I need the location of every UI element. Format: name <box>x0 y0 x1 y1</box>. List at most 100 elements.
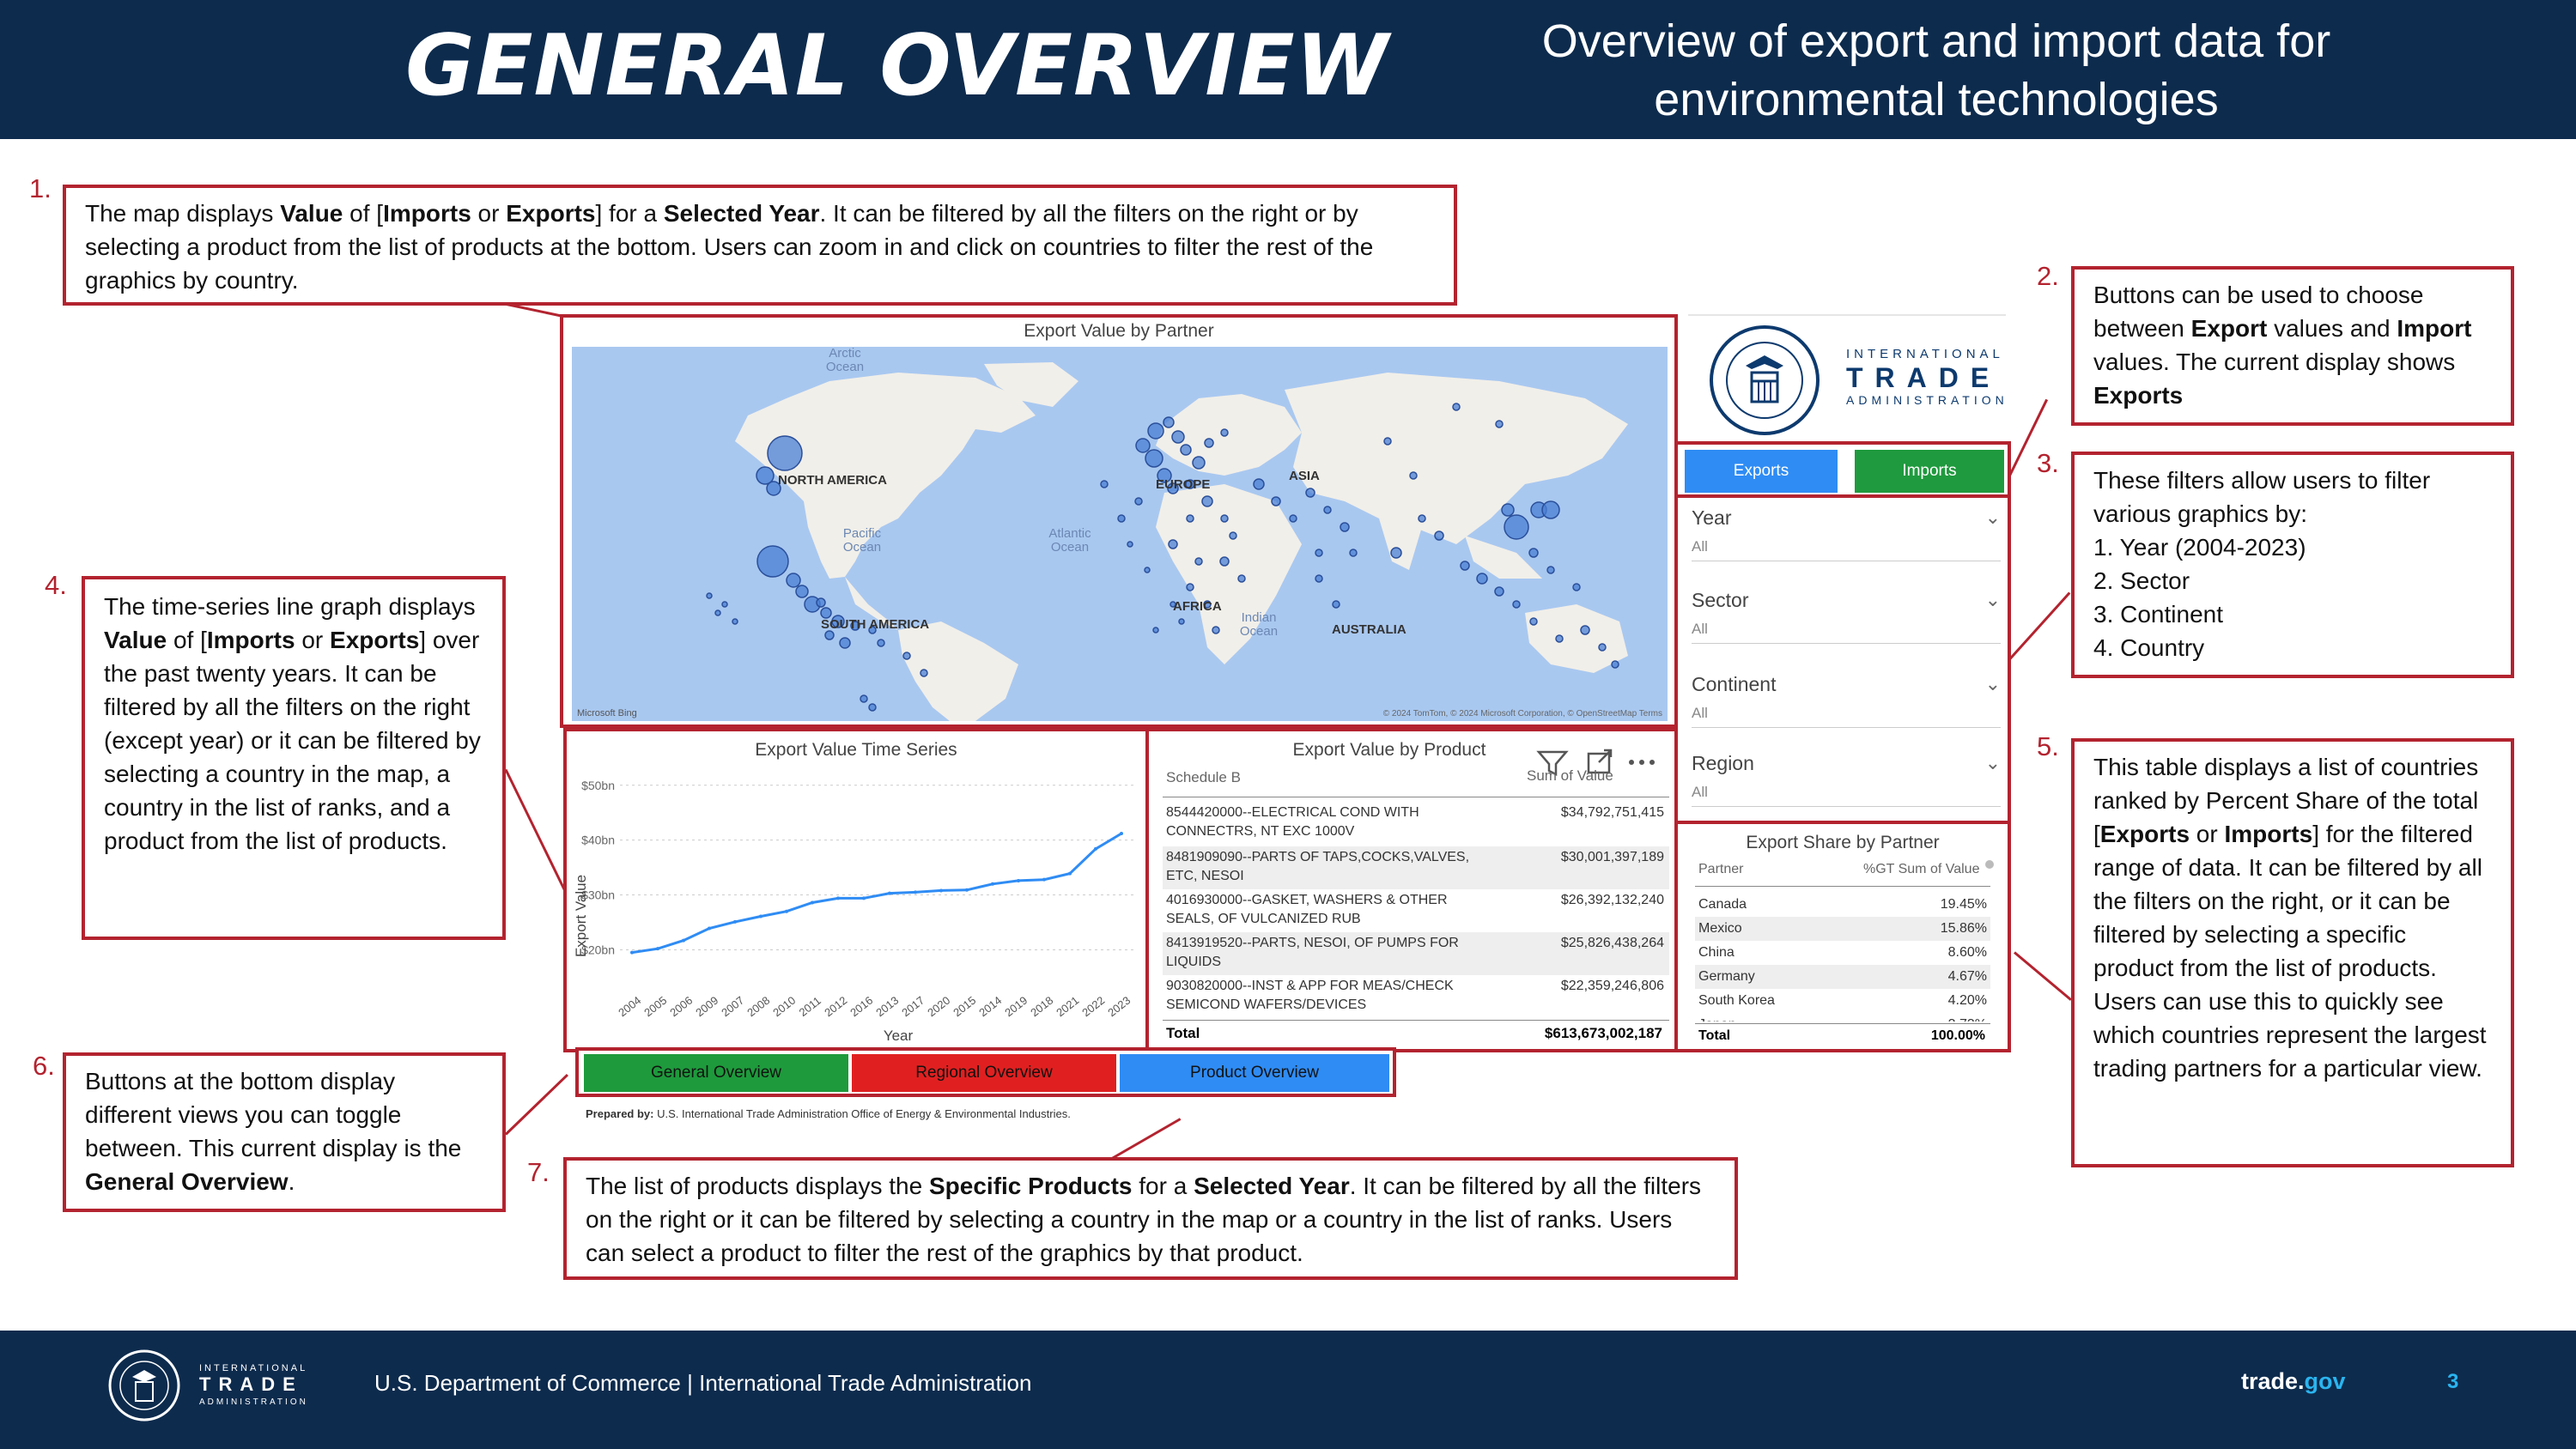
timeseries-chart[interactable]: $20bn$30bn$40bn$50bn 2004200520062009200… <box>567 766 1145 1049</box>
timeseries-line[interactable] <box>631 832 1122 955</box>
table-row[interactable]: 4016930000--GASKET, WASHERS & OTHER SEAL… <box>1163 889 1669 932</box>
table-row[interactable]: South Korea 4.20% <box>1695 989 1990 1013</box>
products-total-rule <box>1163 1020 1669 1021</box>
line-point[interactable] <box>888 891 891 895</box>
regional-overview-button[interactable]: Regional Overview <box>852 1054 1116 1092</box>
line-point[interactable] <box>1017 878 1020 882</box>
callout-filters-item-1: 1. Year (2004-2023) <box>2093 534 2306 561</box>
bubble-japan <box>1541 500 1560 519</box>
product-description: 9030820000--INST & APP FOR MEAS/CHECK SE… <box>1166 979 1454 1012</box>
table-row[interactable]: Canada 19.45% <box>1695 893 1990 917</box>
general-overview-button[interactable]: General Overview <box>584 1054 848 1092</box>
label-australia: AUSTRALIA <box>1332 622 1406 637</box>
leader-line-5 <box>2014 951 2072 1001</box>
product-overview-button[interactable]: Product Overview <box>1120 1054 1389 1092</box>
table-row[interactable]: Japan 3.73% <box>1695 1013 1990 1022</box>
logo-line-trade: TRADE <box>1846 362 2002 393</box>
share-col-percent[interactable]: %GT Sum of Value <box>1863 862 1979 877</box>
leader-line-6 <box>504 1073 568 1136</box>
x-tick-label: 2017 <box>899 994 927 1020</box>
share-partner: Canada <box>1698 897 1747 912</box>
exports-button[interactable]: Exports <box>1685 450 1838 493</box>
timeseries-x-label: Year <box>884 1028 914 1044</box>
line-point[interactable] <box>682 938 685 943</box>
callout-nav-buttons: Buttons at the bottom display different … <box>63 1052 506 1212</box>
products-col-value[interactable]: Sum of Value <box>1527 767 1613 785</box>
filters-panel: Year ⌄ All Sector ⌄ All Continent ⌄ All … <box>1674 494 2011 824</box>
line-point[interactable] <box>785 909 788 913</box>
line-point[interactable] <box>811 900 814 905</box>
slicer-region-value[interactable]: All <box>1692 784 2001 807</box>
share-percent: 4.67% <box>1947 969 1987 984</box>
prepared-by-label: Prepared by: <box>586 1107 654 1120</box>
chevron-down-icon[interactable]: ⌄ <box>1985 506 2001 529</box>
share-percent: 4.20% <box>1947 993 1987 1008</box>
logo-line-international: INTERNATIONAL <box>1846 347 2004 361</box>
map-bing-logo: Microsoft Bing <box>577 708 637 718</box>
line-point[interactable] <box>1068 871 1072 876</box>
y-tick-label: $50bn <box>581 779 615 792</box>
line-point[interactable] <box>1094 846 1097 851</box>
line-point[interactable] <box>939 888 943 893</box>
timeseries-x-ticks: 2004200520062009200720082010201120122016… <box>616 994 1133 1020</box>
share-list[interactable]: Canada 19.45% Mexico 15.86% China 8.60% … <box>1695 893 1990 1022</box>
x-tick-label: 2009 <box>693 994 720 1020</box>
footer-site-link[interactable]: trade.gov <box>2241 1368 2346 1395</box>
share-col-partner[interactable]: Partner <box>1698 862 1743 877</box>
line-point[interactable] <box>965 888 969 892</box>
line-point[interactable] <box>836 896 840 900</box>
table-row[interactable]: Mexico 15.86% <box>1695 917 1990 941</box>
table-row[interactable]: 8413919520--PARTS, NESOI, OF PUMPS FOR L… <box>1163 932 1669 975</box>
slicer-sector-value[interactable]: All <box>1692 621 2001 644</box>
scroll-indicator-icon <box>1985 860 1994 869</box>
chevron-down-icon[interactable]: ⌄ <box>1985 589 2001 611</box>
label-pacific-ocean: Pacific <box>843 526 882 541</box>
line-point[interactable] <box>1042 877 1046 882</box>
slicer-region[interactable]: Region ⌄ All <box>1692 752 2001 807</box>
imports-button[interactable]: Imports <box>1855 450 2004 493</box>
table-row[interactable]: 8544420000--ELECTRICAL COND WITH CONNECT… <box>1163 803 1669 846</box>
callout-share-text: This table displays a list of countries … <box>2093 754 2487 1082</box>
line-point[interactable] <box>1120 832 1123 835</box>
x-tick-label: 2013 <box>873 994 901 1020</box>
table-row[interactable]: 9030820000--INST & APP FOR MEAS/CHECK SE… <box>1163 975 1669 1018</box>
x-tick-label: 2021 <box>1054 994 1081 1020</box>
product-description: 8413919520--PARTS, NESOI, OF PUMPS FOR L… <box>1166 936 1459 969</box>
svg-text:Ocean: Ocean <box>826 360 864 374</box>
slicer-year-value[interactable]: All <box>1692 538 2001 561</box>
products-total-label: Total <box>1166 1025 1200 1041</box>
world-map[interactable]: Arctic Ocean Pacific Ocean Atlantic Ocea… <box>572 347 1668 721</box>
chevron-down-icon[interactable]: ⌄ <box>1985 673 2001 695</box>
line-point[interactable] <box>708 926 711 931</box>
products-total-value: $613,673,002,187 <box>1544 1025 1662 1041</box>
line-point[interactable] <box>630 950 634 955</box>
table-row[interactable]: 8481909090--PARTS OF TAPS,COCKS,VALVES, … <box>1163 846 1669 889</box>
callout-timeseries-text: The time-series line graph displays Valu… <box>104 593 481 854</box>
slicer-sector[interactable]: Sector ⌄ All <box>1692 589 2001 644</box>
more-options-icon <box>1629 760 1634 765</box>
share-total-rule <box>1695 1023 1990 1024</box>
product-value: $30,001,397,189 <box>1560 850 1664 864</box>
prepared-by: Prepared by: U.S. International Trade Ad… <box>586 1107 1071 1120</box>
line-point[interactable] <box>862 896 866 900</box>
table-row[interactable]: China 8.60% <box>1695 941 1990 965</box>
footer-site-a: trade. <box>2241 1368 2305 1394</box>
slicer-continent-value[interactable]: All <box>1692 705 2001 728</box>
line-point[interactable] <box>759 914 762 919</box>
y-tick-label: $40bn <box>581 834 615 847</box>
line-point[interactable] <box>914 890 917 894</box>
slicer-year[interactable]: Year ⌄ All <box>1692 506 2001 561</box>
products-col-schedule[interactable]: Schedule B <box>1166 769 1241 786</box>
table-row[interactable]: Germany 4.67% <box>1695 965 1990 989</box>
timeseries-y-label: Export Value <box>573 875 589 957</box>
bubble-mexico <box>756 545 789 578</box>
timeseries-title: Export Value Time Series <box>755 740 957 760</box>
logo-divider <box>1688 314 2006 316</box>
chevron-down-icon[interactable]: ⌄ <box>1985 752 2001 774</box>
line-point[interactable] <box>991 882 994 886</box>
product-description: 4016930000--GASKET, WASHERS & OTHER SEAL… <box>1166 893 1448 926</box>
slicer-continent[interactable]: Continent ⌄ All <box>1692 673 2001 728</box>
line-point[interactable] <box>733 919 737 924</box>
x-tick-label: 2005 <box>641 994 669 1020</box>
line-point[interactable] <box>656 947 659 951</box>
